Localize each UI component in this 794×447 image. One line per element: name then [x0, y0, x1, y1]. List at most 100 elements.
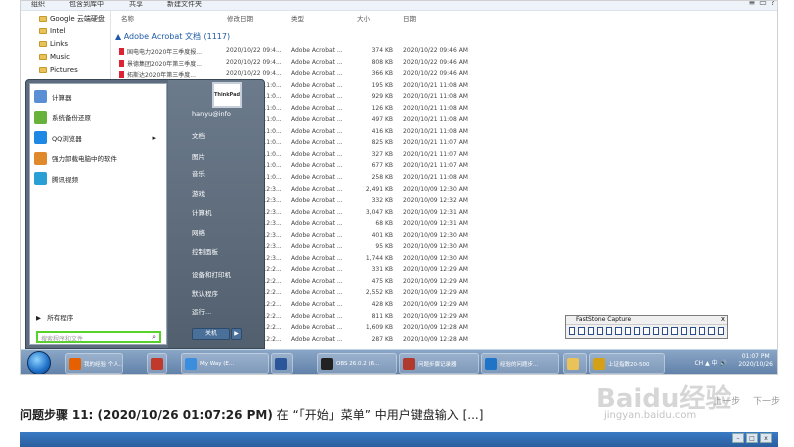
taskbar-item[interactable]: 上证指数20-500: [589, 353, 665, 374]
start-right-item[interactable]: 文档: [192, 130, 205, 140]
file-type: Adobe Acrobat ...: [291, 197, 343, 205]
screenshot-frame: 组织 包含到库中 共享 新建文件夹 ≡ ▭ ? Google 云端硬盘 Inte…: [20, 0, 778, 375]
file-size: 195 KB: [371, 81, 393, 89]
capture-tool-icon[interactable]: [661, 327, 669, 335]
capture-tool-icon[interactable]: [689, 327, 697, 335]
file-row[interactable]: 景德集团2020年第三季度... 2020/10/22 09:4... Adobe …: [119, 58, 519, 70]
column-type[interactable]: 类型: [291, 13, 304, 23]
taskbar-item[interactable]: My Way (E...: [181, 353, 269, 374]
calculator-icon: [34, 90, 47, 103]
start-button[interactable]: [27, 351, 51, 374]
nav-item-music[interactable]: Music: [39, 53, 70, 61]
file-date: 2020/10/21 11:08 AM: [403, 127, 468, 135]
file-type: Adobe Acrobat ...: [291, 254, 343, 262]
start-right-item[interactable]: 图片: [192, 151, 205, 161]
taskbar-item[interactable]: 我的经验 个人...: [65, 353, 123, 374]
start-right-item[interactable]: 音乐: [192, 168, 205, 178]
next-step-link[interactable]: 下一步: [753, 397, 780, 407]
user-picture[interactable]: ThinkPad: [212, 82, 242, 108]
toolbar-organize[interactable]: 组织: [31, 1, 45, 9]
taskbar-item[interactable]: 问题步骤记录器: [399, 353, 479, 374]
capture-tool-icon[interactable]: [680, 327, 687, 335]
capture-tool-icon[interactable]: [615, 327, 622, 335]
file-type: Adobe Acrobat ...: [291, 70, 343, 78]
capture-tool-icon[interactable]: [587, 327, 594, 335]
start-right-item[interactable]: 默认程序: [192, 288, 218, 298]
capture-tool-icon[interactable]: [699, 327, 706, 335]
start-right-item[interactable]: 设备和打印机: [192, 269, 231, 279]
taskbar-item[interactable]: [147, 353, 167, 374]
file-size: 331 KB: [371, 266, 393, 274]
taskbar-item[interactable]: [271, 353, 293, 374]
file-size: 327 KB: [371, 150, 393, 158]
folder-icon: [39, 54, 47, 60]
nav-item-pictures[interactable]: Pictures: [39, 66, 78, 74]
start-program-item[interactable]: 系统备份还原: [34, 110, 162, 124]
capture-tool-icon[interactable]: [652, 327, 659, 335]
taskbar-item[interactable]: [563, 353, 587, 374]
file-size: 2,552 KB: [365, 289, 393, 297]
start-right-item[interactable]: 网络: [192, 227, 205, 237]
close-icon[interactable]: x: [721, 315, 725, 323]
capture-tool-icon[interactable]: [569, 327, 576, 335]
taskbar-item[interactable]: OBS 26.0.2 (6...: [317, 353, 397, 374]
step-more-link[interactable]: [...]: [463, 408, 484, 422]
start-program-item[interactable]: 强力卸载电脑中的软件: [34, 151, 162, 165]
start-search-input[interactable]: 搜索程序和文件 ⌕: [36, 331, 161, 343]
column-date[interactable]: 日期: [403, 13, 416, 23]
capture-tool-icon[interactable]: [717, 327, 725, 335]
file-date: 2020/10/09 12:30 AM: [403, 243, 468, 251]
capture-tool-icon[interactable]: [606, 327, 613, 335]
toolbar-new-folder[interactable]: 新建文件夹: [167, 1, 202, 9]
start-right-item[interactable]: hanyu@info: [192, 110, 231, 118]
clock-date: 2020/10/26: [738, 361, 773, 368]
nav-item-links[interactable]: Links: [39, 40, 68, 48]
maximize-icon: □: [746, 433, 758, 443]
uninstall-icon: [34, 151, 47, 165]
column-modified[interactable]: 修改日期: [227, 13, 253, 23]
view-options-icon[interactable]: ≡: [748, 1, 755, 7]
start-right-item[interactable]: 计算机: [192, 207, 212, 217]
start-program-item[interactable]: 腾讯视频: [34, 172, 162, 185]
prev-step-link[interactable]: 上一步: [713, 397, 740, 407]
capture-tool-icon[interactable]: [596, 327, 604, 335]
file-row[interactable]: 国电电力2020年三季度报... 2020/10/22 09:4... Adobe …: [119, 46, 519, 58]
start-right-item[interactable]: 控制面板: [192, 246, 218, 256]
shutdown-button[interactable]: 关机: [192, 328, 230, 340]
shutdown-options-button[interactable]: ▶: [231, 328, 242, 340]
start-program-item[interactable]: 计算器: [34, 90, 162, 103]
start-right-item[interactable]: 运行...: [192, 306, 211, 316]
nav-item-intel[interactable]: Intel: [39, 27, 66, 35]
file-date: 2020/10/09 12:28 AM: [403, 335, 468, 343]
file-type: Adobe Acrobat ...: [291, 266, 343, 274]
file-date: 2020/10/22 09:46 AM: [403, 70, 468, 78]
file-type: Adobe Acrobat ...: [291, 174, 343, 182]
file-size: 428 KB: [371, 301, 393, 309]
submenu-arrow-icon: ▸: [152, 133, 156, 142]
capture-tool-icon[interactable]: [643, 327, 650, 335]
toolbar-share[interactable]: 共享: [129, 1, 143, 9]
all-programs[interactable]: ▶ 所有程序: [36, 312, 73, 322]
file-type: Adobe Acrobat ...: [291, 231, 343, 239]
start-right-item[interactable]: 游戏: [192, 188, 205, 198]
clock[interactable]: 01:07 PM 2020/10/26: [738, 353, 773, 374]
toolbar-include-library[interactable]: 包含到库中: [69, 1, 104, 9]
capture-tool-icon[interactable]: [624, 327, 632, 335]
system-tray[interactable]: CH ▲ 中 🔊: [694, 358, 727, 367]
capture-tool-icon[interactable]: [634, 327, 641, 335]
capture-tool-icon[interactable]: [578, 327, 585, 335]
preview-pane-icon[interactable]: ▭: [759, 1, 767, 7]
column-size[interactable]: 大小: [357, 13, 370, 23]
file-type: Adobe Acrobat ...: [291, 277, 343, 285]
help-icon[interactable]: ?: [771, 1, 775, 7]
group-header[interactable]: ▲ Adobe Acrobat 文档 (1117): [115, 31, 230, 42]
capture-tool-icon[interactable]: [671, 327, 678, 335]
column-name[interactable]: 名称: [121, 13, 134, 23]
taskbar-item[interactable]: 经验的问题步...: [481, 353, 559, 374]
capture-tool-icon[interactable]: [708, 327, 715, 335]
file-name: 拓斯达2020年第三季度...: [127, 72, 196, 80]
file-type: Adobe Acrobat ...: [291, 104, 343, 112]
nav-item-google-drive[interactable]: Google 云端硬盘: [39, 14, 105, 24]
file-size: 1,744 KB: [365, 254, 393, 262]
start-program-item[interactable]: QQ浏览器 ▸: [34, 131, 162, 144]
